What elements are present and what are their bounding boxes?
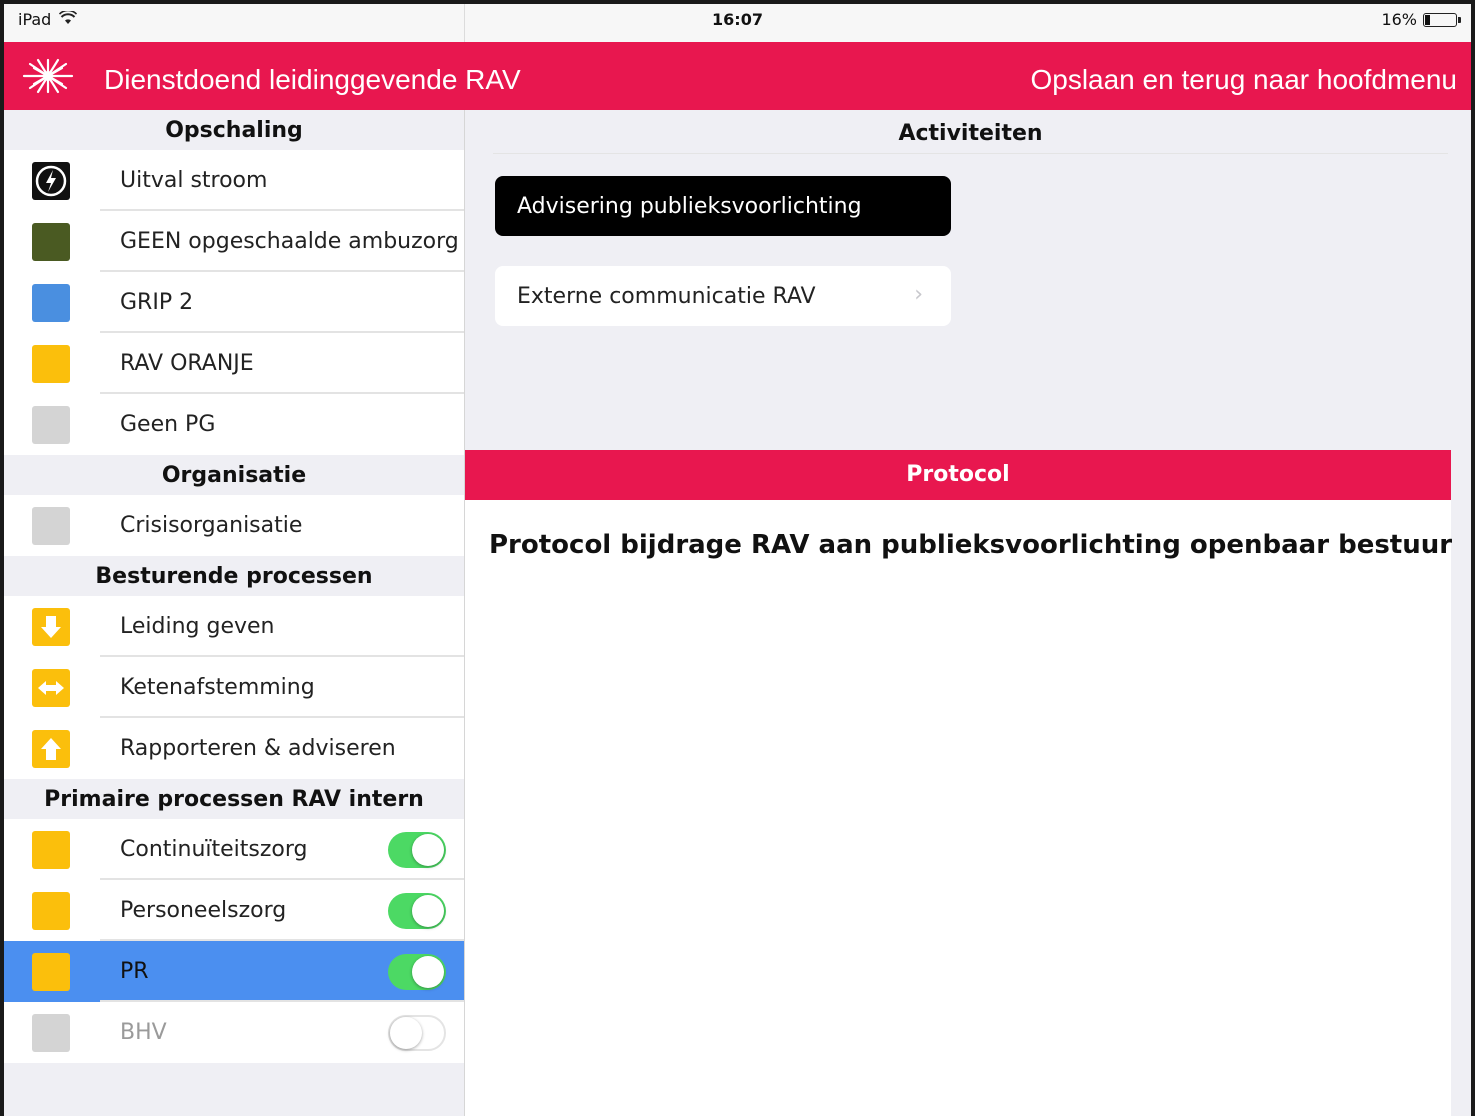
activity-label: Externe communicatie RAV [517,283,816,309]
color-swatch [32,506,70,545]
toggle-knob [390,1016,422,1049]
sidebar-item[interactable]: Leiding geven [4,596,464,657]
sidebar-item-label: Geen PG [120,412,216,437]
color-swatch [32,1013,70,1052]
protocol-title: Protocol bijdrage RAV aan publieksvoorli… [489,530,1453,560]
sidebar-item-label: RAV ORANJE [120,351,254,376]
sidebar-item-label: GRIP 2 [120,290,194,315]
app-title: Dienstdoend leidinggevende RAV [104,64,521,95]
sidebar-item[interactable]: GRIP 2 [4,272,464,333]
protocol-header: Protocol [465,450,1451,500]
star-of-life-logo-icon [16,56,80,96]
color-swatch [32,344,70,383]
color-swatch [32,405,70,444]
sidebar-item-label: Leiding geven [120,614,275,639]
color-swatch [32,891,70,930]
arrow-up-icon [32,729,70,768]
section-header: Besturende processen [4,556,464,596]
toggle-knob [412,955,444,988]
section-header: Opschaling [4,110,464,150]
battery-icon [1423,12,1461,27]
protocol-content: Protocol bijdrage RAV aan publieksvoorli… [465,500,1453,1116]
activity-advisering-button[interactable]: Advisering publieksvoorlichting [495,176,951,236]
sidebar-item[interactable]: PR [4,941,464,1002]
sidebar-item[interactable]: Uitval stroom [4,150,464,211]
color-swatch [32,283,70,322]
status-right: 16% [1381,10,1461,29]
nav-bar: Dienstdoend leidinggevende RAV Opslaan e… [4,42,1471,110]
clock: 16:07 [712,10,763,29]
sidebar-item[interactable]: Rapporteren & adviseren [4,718,464,779]
color-swatch [32,952,70,991]
sidebar-item-label: Continuïteitszorg [120,837,308,862]
activity-externe-communicatie-button[interactable]: Externe communicatie RAV › [495,266,951,326]
sidebar-item[interactable]: Crisisorganisatie [4,495,464,556]
activity-label: Advisering publieksvoorlichting [517,193,862,219]
main-panel: Activiteiten Advisering publieksvoorlich… [465,110,1471,1116]
section-header: Organisatie [4,455,464,495]
sidebar-item-label: Uitval stroom [120,168,268,193]
sidebar-item[interactable]: Continuïteitszorg [4,819,464,880]
arrow-down-icon [32,607,70,646]
toggle-switch[interactable] [388,831,446,868]
toggle-switch[interactable] [388,953,446,990]
activities-header: Activiteiten [493,114,1448,154]
toggle-switch[interactable] [388,892,446,929]
status-bar: iPad 16:07 16% [4,4,1471,42]
sidebar-item-label: GEEN opgeschaalde ambuzorg [120,229,459,254]
save-and-back-button[interactable]: Opslaan en terug naar hoofdmenu [1030,64,1457,96]
section-header: Primaire processen RAV intern [4,779,464,819]
battery-fill [1425,14,1430,25]
toggle-switch[interactable] [388,1014,446,1051]
toggle-knob [412,833,444,866]
sidebar-item[interactable]: Geen PG [4,394,464,455]
sidebar-item-label: PR [120,959,149,984]
app-window: iPad 16:07 16% Dienstdoend leidinggevend… [4,4,1471,1116]
sidebar-item-label: Crisisorganisatie [120,513,303,538]
color-swatch [32,830,70,869]
sidebar-item-label: Personeelszorg [120,898,287,923]
chevron-right-icon: › [914,282,923,307]
power-outage-icon [32,161,70,200]
arrows-left-right-icon [32,668,70,707]
sidebar-item[interactable]: Personeelszorg [4,880,464,941]
sidebar-item-label: Ketenafstemming [120,675,315,700]
color-swatch [32,222,70,261]
toggle-knob [412,894,444,927]
sidebar-item-label: BHV [120,1020,167,1045]
battery-percentage: 16% [1381,10,1417,29]
sidebar-item[interactable]: RAV ORANJE [4,333,464,394]
sidebar-item[interactable]: Ketenafstemming [4,657,464,718]
sidebar: Opschaling Uitval stroom GEEN opgeschaalde… [4,110,465,1116]
sidebar-item-label: Rapporteren & adviseren [120,736,396,761]
sidebar-item[interactable]: GEEN opgeschaalde ambuzorg [4,211,464,272]
sidebar-item[interactable]: BHV [4,1002,464,1063]
